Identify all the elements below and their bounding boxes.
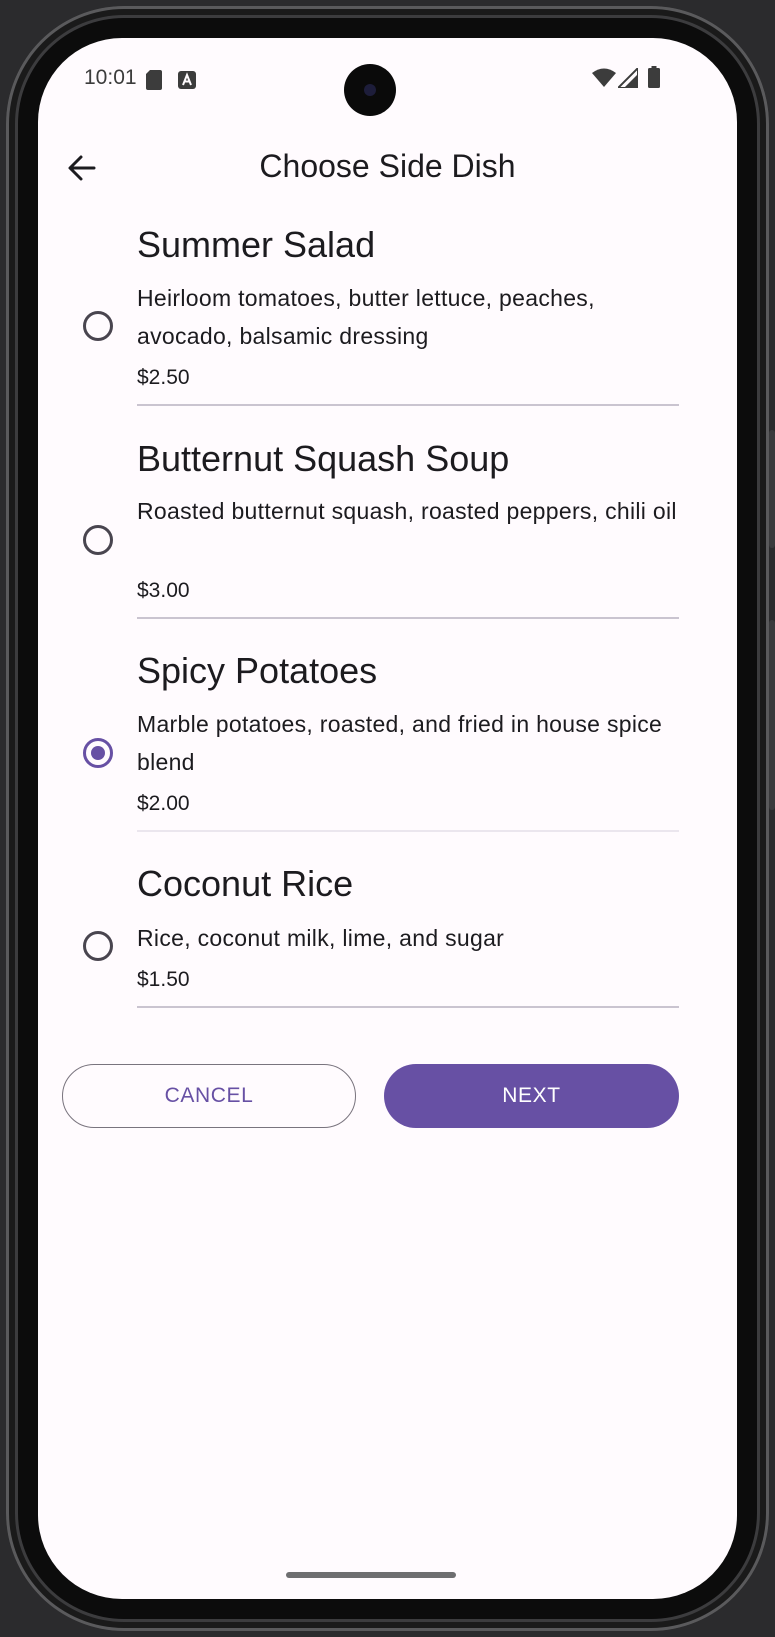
option-name: Butternut Squash Soup [137,438,510,479]
device-side-button [769,620,775,810]
divider [137,404,679,406]
option-price: $2.50 [137,366,190,389]
next-button[interactable]: NEXT [384,1064,679,1128]
option-name: Coconut Rice [137,863,354,904]
option-description: Rice, coconut milk, lime, and sugar [137,925,505,951]
app-screen: 10:01 Choose Side Dish Summer Salad Heir… [38,38,737,1599]
cancel-button[interactable]: CANCEL [62,1064,356,1128]
battery-icon [648,66,660,88]
divider [137,617,679,619]
wifi-icon [592,68,616,87]
status-time: 10:01 [84,66,137,89]
divider [137,1006,679,1008]
option-name: Spicy Potatoes [137,650,378,691]
option-price: $1.50 [137,968,190,991]
option-description: Marble potatoes, roasted, and fried in h… [137,711,663,775]
radio-button-selected[interactable] [83,738,113,768]
radio-button[interactable] [83,311,113,341]
option-price: $3.00 [137,579,190,602]
option-name: Summer Salad [137,224,376,265]
option-description: Roasted butternut squash, roasted pepper… [137,498,677,524]
device-side-button [769,430,775,548]
front-camera [344,64,396,116]
sd-card-icon [146,70,162,90]
radio-button[interactable] [83,931,113,961]
divider [137,830,679,832]
radio-button[interactable] [83,525,113,555]
page-title: Choose Side Dish [259,148,516,184]
gesture-home-bar[interactable] [286,1572,456,1578]
option-description: Heirloom tomatoes, butter lettuce, peach… [137,285,595,349]
a-notification-icon [178,71,196,89]
option-price: $2.00 [137,792,190,815]
signal-icon [618,68,638,88]
